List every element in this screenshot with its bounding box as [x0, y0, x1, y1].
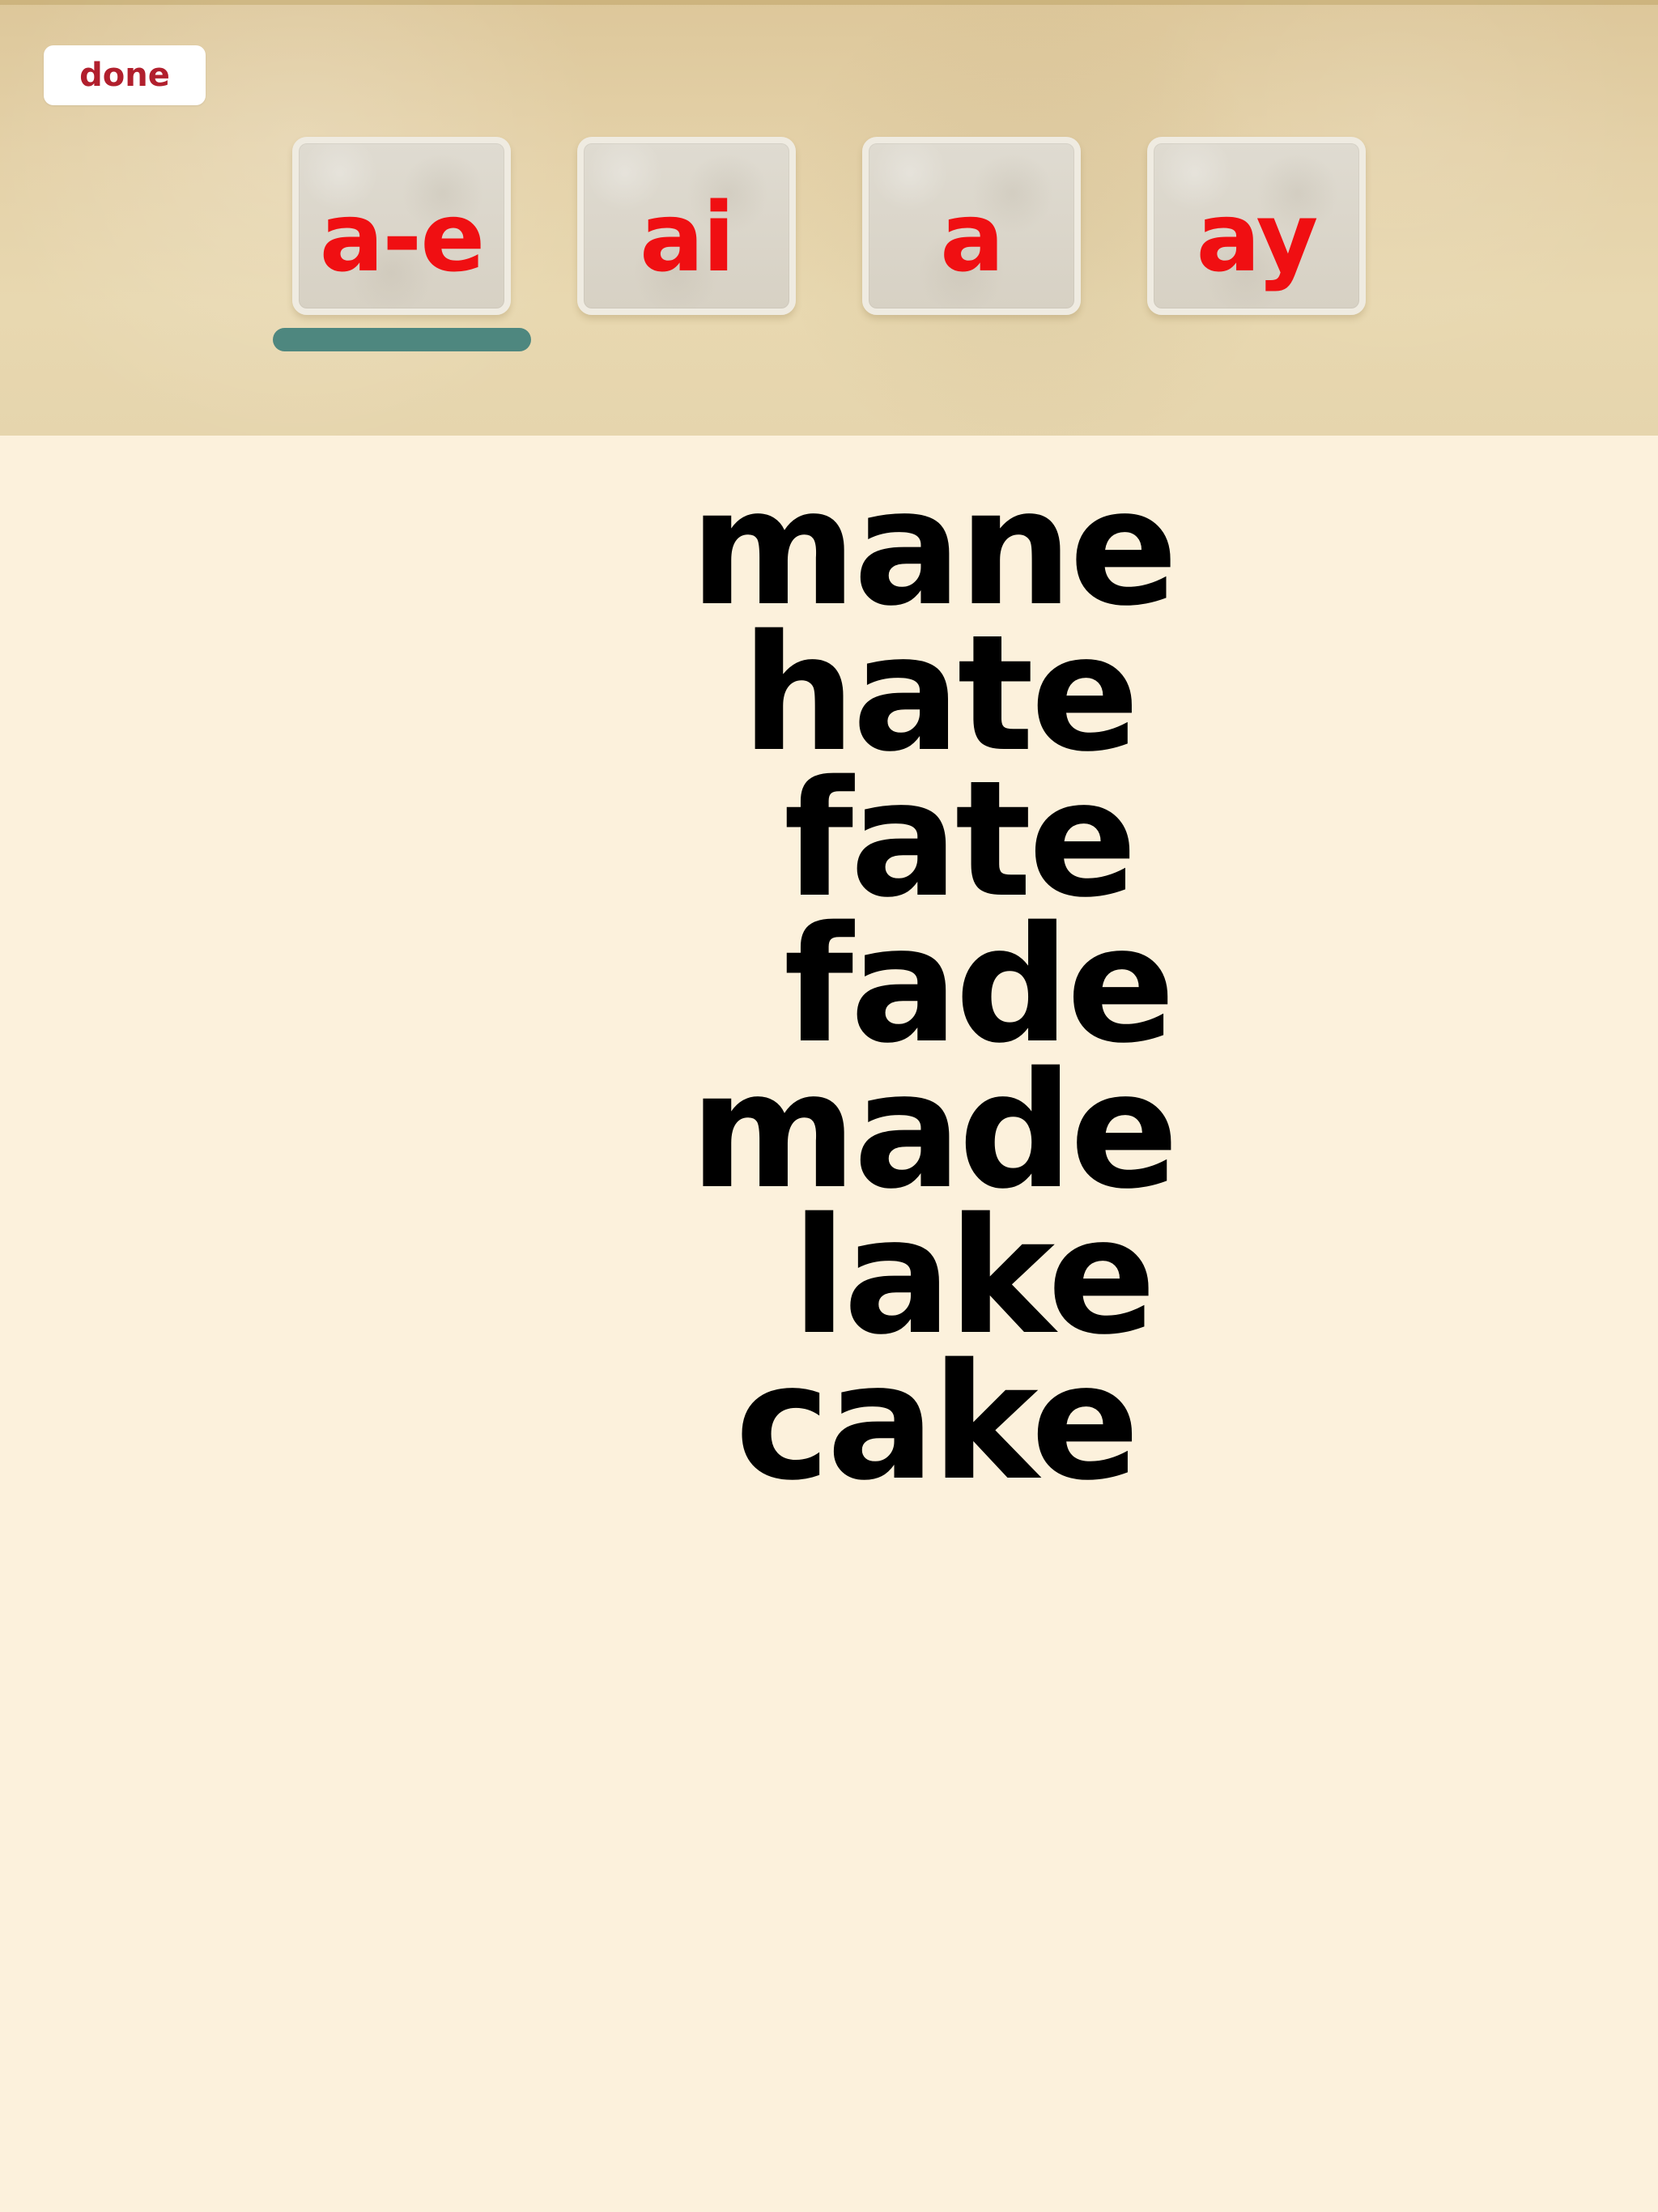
word-item: cake — [735, 1329, 1140, 1516]
tile-ai[interactable]: ai — [577, 137, 796, 315]
tile-label: a-e — [319, 181, 486, 293]
tile-a-e[interactable]: a-e — [292, 137, 511, 315]
top-panel: done a-e ai a ay — [0, 0, 1658, 436]
tile-a[interactable]: a — [862, 137, 1081, 315]
word-list: mane hate fate fade made lake cake — [0, 447, 1658, 1503]
selection-indicator — [273, 328, 531, 351]
tile-label: a — [940, 181, 1005, 293]
phonics-tile-row: a-e ai a ay — [292, 137, 1368, 315]
tile-label: ai — [639, 181, 735, 293]
done-button[interactable]: done — [44, 45, 206, 105]
tile-ay[interactable]: ay — [1147, 137, 1366, 315]
tile-label: ay — [1196, 181, 1319, 293]
